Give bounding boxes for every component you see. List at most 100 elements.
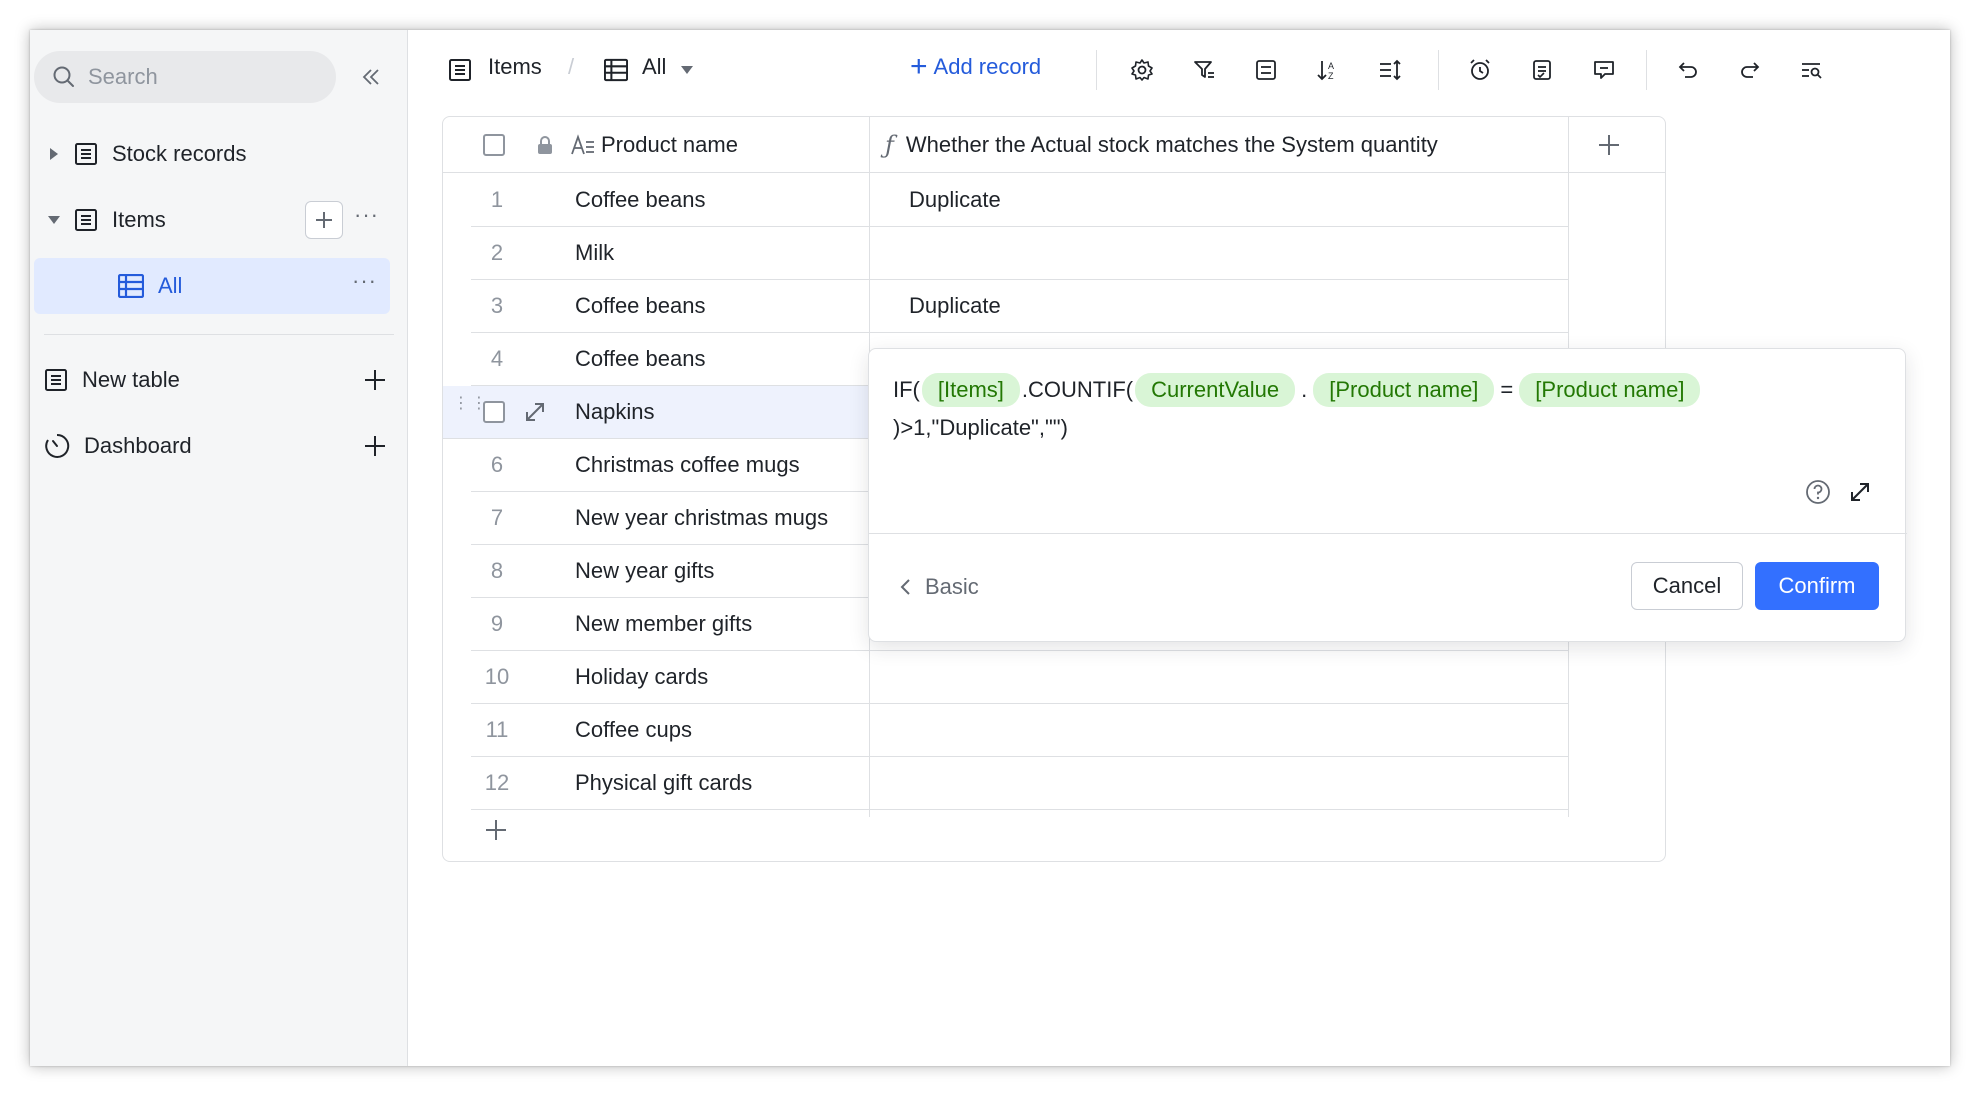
formula-input[interactable]: IF([Items] .COUNTIF(CurrentValue. [Product… (893, 371, 1883, 447)
redo-button[interactable] (1732, 52, 1768, 88)
toolbar-separator (1646, 50, 1647, 90)
filter-button[interactable] (1186, 52, 1222, 88)
add-view-button[interactable] (305, 201, 343, 239)
group-button[interactable] (1248, 52, 1284, 88)
cell-product-name[interactable]: Coffee beans (575, 280, 705, 332)
expand-arrow-icon[interactable] (50, 148, 58, 160)
formula-token-field[interactable]: [Product name] (1519, 373, 1701, 407)
table-row[interactable]: 11 Coffee cups (471, 704, 1569, 757)
cell-product-name[interactable]: New member gifts (575, 598, 752, 650)
sort-button[interactable]: AZ (1310, 52, 1346, 88)
form-button[interactable] (1524, 52, 1560, 88)
new-table-label: New table (82, 367, 180, 392)
sidebar-item-stock-records[interactable]: Stock records (30, 126, 408, 182)
add-dashboard-button[interactable] (360, 431, 390, 461)
formula-text: . (1301, 377, 1308, 402)
row-number: 11 (485, 717, 509, 742)
table-row[interactable]: 12 Physical gift cards (471, 757, 1569, 810)
table-row[interactable]: 3 Coffee beans Duplicate (471, 280, 1569, 333)
add-column-button[interactable] (1597, 117, 1621, 173)
plus-icon (365, 370, 385, 390)
formula-text: .COUNTIF( (1021, 377, 1134, 402)
cell-formula-value[interactable]: Duplicate (909, 174, 1001, 226)
filter-icon (1194, 61, 1214, 78)
cell-product-name[interactable]: Holiday cards (575, 651, 708, 703)
table-icon (449, 59, 471, 81)
view-selector[interactable]: All (642, 54, 666, 80)
undo-button[interactable] (1670, 52, 1706, 88)
redo-icon (1741, 62, 1760, 78)
table-row[interactable]: 10 Holiday cards (471, 651, 1569, 704)
add-record-label: Add record (933, 54, 1042, 79)
cell-product-name[interactable]: Christmas coffee mugs (575, 439, 800, 491)
column-header-product-name[interactable]: Product name (571, 117, 738, 173)
sidebar-item-all-view[interactable]: All ··· (34, 258, 390, 314)
cell-product-name[interactable]: Coffee beans (575, 174, 705, 226)
sidebar: Search Stock records Items ··· All ··· N… (30, 30, 408, 1066)
basic-back-button[interactable]: Basic (899, 574, 979, 600)
chevron-left-icon (900, 579, 910, 595)
plus-icon (316, 212, 332, 228)
cell-product-name[interactable]: New year gifts (575, 545, 714, 597)
add-record-button[interactable]: + Add record (910, 50, 1042, 83)
collapse-arrow-icon[interactable] (48, 216, 60, 224)
add-row-button[interactable] (481, 815, 511, 845)
comment-icon (1594, 61, 1614, 79)
row-number: 7 (490, 505, 504, 530)
row-number: 12 (484, 770, 510, 795)
caret-down-icon[interactable] (680, 65, 694, 75)
cell-product-name[interactable]: Coffee cups (575, 704, 692, 756)
row-number: 10 (484, 664, 510, 689)
group-icon (1256, 60, 1276, 80)
grid-header: Product name ƒ Whether the Actual stock … (443, 117, 1665, 173)
expand-editor-button[interactable] (1845, 477, 1875, 507)
row-number: 8 (490, 558, 504, 583)
svg-text:Z: Z (1328, 71, 1334, 81)
search-input[interactable]: Search (34, 51, 336, 103)
sidebar-item-label: Stock records (112, 141, 247, 166)
app-window: Search Stock records Items ··· All ··· N… (30, 30, 1950, 1066)
table-row[interactable]: 1 Coffee beans Duplicate (471, 174, 1569, 227)
automation-button[interactable] (1462, 52, 1498, 88)
dashboard-item[interactable]: Dashboard (30, 418, 408, 474)
cell-formula-value[interactable]: Duplicate (909, 280, 1001, 332)
settings-button[interactable] (1124, 52, 1160, 88)
row-height-button[interactable] (1372, 52, 1408, 88)
column-label: Product name (601, 132, 738, 157)
search-placeholder: Search (88, 64, 158, 89)
comment-button[interactable] (1586, 52, 1622, 88)
sidebar-item-label: All (158, 273, 183, 298)
formula-token-current-value[interactable]: CurrentValue (1135, 373, 1296, 407)
cell-product-name[interactable]: Napkins (575, 386, 654, 438)
column-header-formula[interactable]: ƒ Whether the Actual stock matches the S… (885, 117, 1438, 173)
collapse-sidebar-button[interactable] (354, 60, 388, 94)
formula-text: = (1500, 377, 1514, 402)
text-field-icon (571, 134, 594, 155)
expand-record-icon[interactable] (523, 400, 547, 424)
sort-icon: AZ (1317, 61, 1334, 81)
sidebar-item-items[interactable]: Items ··· (30, 192, 408, 248)
help-icon (1806, 480, 1830, 504)
formula-token-field[interactable]: [Product name] (1313, 373, 1495, 407)
cell-product-name[interactable]: Coffee beans (575, 333, 705, 385)
cell-product-name[interactable]: New year christmas mugs (575, 492, 828, 544)
table-row[interactable]: 2 Milk (471, 227, 1569, 280)
formula-token-table[interactable]: [Items] (921, 373, 1020, 407)
help-button[interactable] (1803, 477, 1833, 507)
more-icon[interactable]: ··· (354, 204, 379, 226)
cell-product-name[interactable]: Physical gift cards (575, 757, 752, 809)
more-icon[interactable]: ··· (352, 270, 377, 292)
select-all-checkbox[interactable] (483, 117, 505, 173)
toolbar-separator (1438, 50, 1439, 90)
table-title[interactable]: Items (488, 54, 542, 80)
search-icon (53, 66, 74, 87)
cancel-button[interactable]: Cancel (1631, 562, 1743, 610)
add-table-button[interactable] (360, 365, 390, 395)
row-number: 6 (490, 452, 504, 477)
cell-product-name[interactable]: Milk (575, 227, 614, 279)
confirm-button[interactable]: Confirm (1755, 562, 1879, 610)
row-checkbox[interactable] (483, 401, 505, 423)
find-button[interactable] (1794, 52, 1830, 88)
new-table-item[interactable]: New table (30, 352, 408, 408)
plus-icon: + (910, 50, 928, 83)
